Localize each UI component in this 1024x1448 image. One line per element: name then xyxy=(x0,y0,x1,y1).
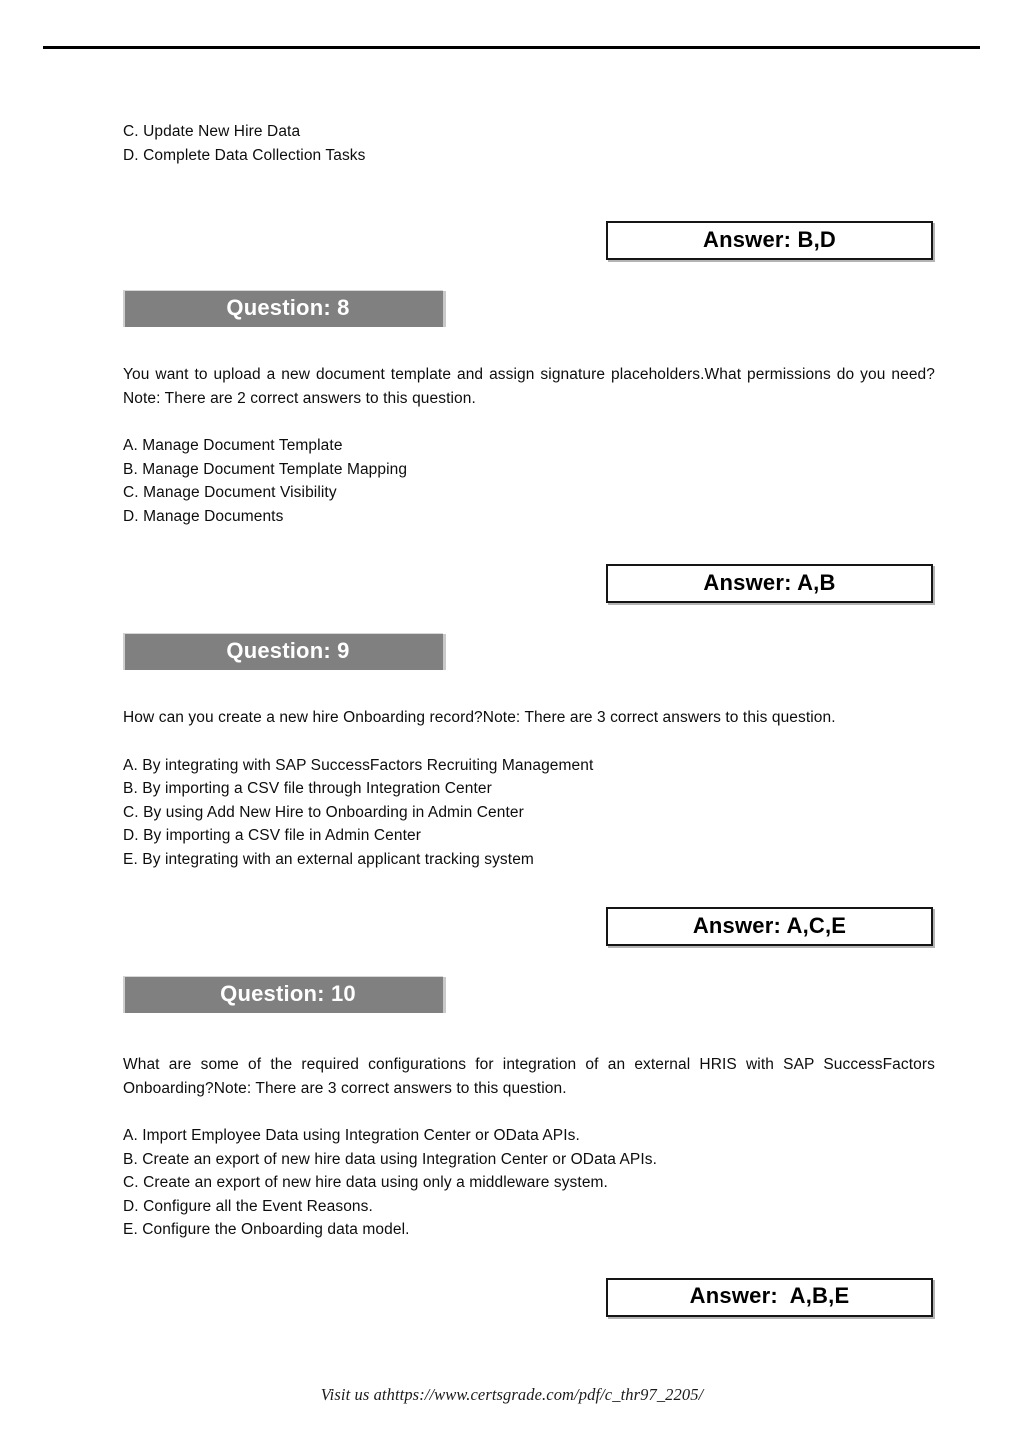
page-footer: Visit us athttps://www.certsgrade.com/pd… xyxy=(0,1385,1024,1405)
list-item: B. Create an export of new hire data usi… xyxy=(123,1150,658,1168)
list-item: C. By using Add New Hire to Onboarding i… xyxy=(123,803,524,821)
answer-row: Answer: A,B xyxy=(123,564,935,603)
list-item: E. Configure the Onboarding data model. xyxy=(123,1221,410,1238)
answer-box: Answer: A,C,E xyxy=(606,907,933,946)
question-stem-8: You want to upload a new document templa… xyxy=(123,366,935,407)
list-item: A. Import Employee Data using Integratio… xyxy=(123,1127,580,1144)
question-stem-10: What are some of the required configurat… xyxy=(123,1056,935,1097)
question-stem-9: How can you create a new hire Onboarding… xyxy=(123,709,836,726)
answer-box: Answer: B,D xyxy=(606,221,933,260)
header-divider xyxy=(43,46,980,49)
list-item: C. Create an export of new hire data usi… xyxy=(123,1174,608,1191)
list-item: A. Manage Document Template xyxy=(123,437,343,454)
list-item: D. Manage Documents xyxy=(123,507,284,525)
answer-box: Answer: A,B,E xyxy=(606,1277,933,1317)
document-page: C. Update New Hire Data D. Complete Data… xyxy=(0,0,1024,1448)
answer-label: Answer: A,C,E xyxy=(692,912,847,938)
list-item: C. Manage Document Visibility xyxy=(123,484,337,501)
question-banner-label: Question: 10 xyxy=(220,981,356,1006)
list-item: B. By importing a CSV file through Integ… xyxy=(123,780,492,797)
answer-label: Answer: A,B,E xyxy=(689,1283,850,1308)
answer-label: Answer: B,D xyxy=(703,226,836,252)
list-item: C. Update New Hire Data xyxy=(123,123,301,140)
question-banner-label: Question: 9 xyxy=(226,638,350,663)
answer-row: Answer: A,C,E xyxy=(123,907,935,946)
document-content: C. Update New Hire Data D. Complete Data… xyxy=(123,120,935,1317)
question-banner-9: Question: 9 xyxy=(123,633,446,670)
question-banner-8: Question: 8 xyxy=(123,290,446,327)
option-list-9: A. By integrating with SAP SuccessFactor… xyxy=(123,754,935,872)
footer-link-text: Visit us athttps://www.certsgrade.com/pd… xyxy=(320,1385,704,1404)
answer-row: Answer: B,D xyxy=(123,221,935,260)
option-list-10: A. Import Employee Data using Integratio… xyxy=(123,1124,935,1242)
list-item: D. Complete Data Collection Tasks xyxy=(123,146,366,164)
list-item: B. Manage Document Template Mapping xyxy=(123,460,408,478)
list-item: D. By importing a CSV file in Admin Cent… xyxy=(123,827,421,844)
carryover-option-list: C. Update New Hire Data D. Complete Data… xyxy=(123,120,935,167)
question-banner-10: Question: 10 xyxy=(123,976,446,1013)
list-item: E. By integrating with an external appli… xyxy=(123,850,534,868)
option-list-8: A. Manage Document Template B. Manage Do… xyxy=(123,434,935,528)
list-item: D. Configure all the Event Reasons. xyxy=(123,1197,373,1215)
question-banner-label: Question: 8 xyxy=(226,295,350,320)
list-item: A. By integrating with SAP SuccessFactor… xyxy=(123,756,594,774)
answer-row: Answer: A,B,E xyxy=(123,1277,935,1317)
answer-label: Answer: A,B xyxy=(703,569,836,595)
answer-box: Answer: A,B xyxy=(606,564,933,603)
